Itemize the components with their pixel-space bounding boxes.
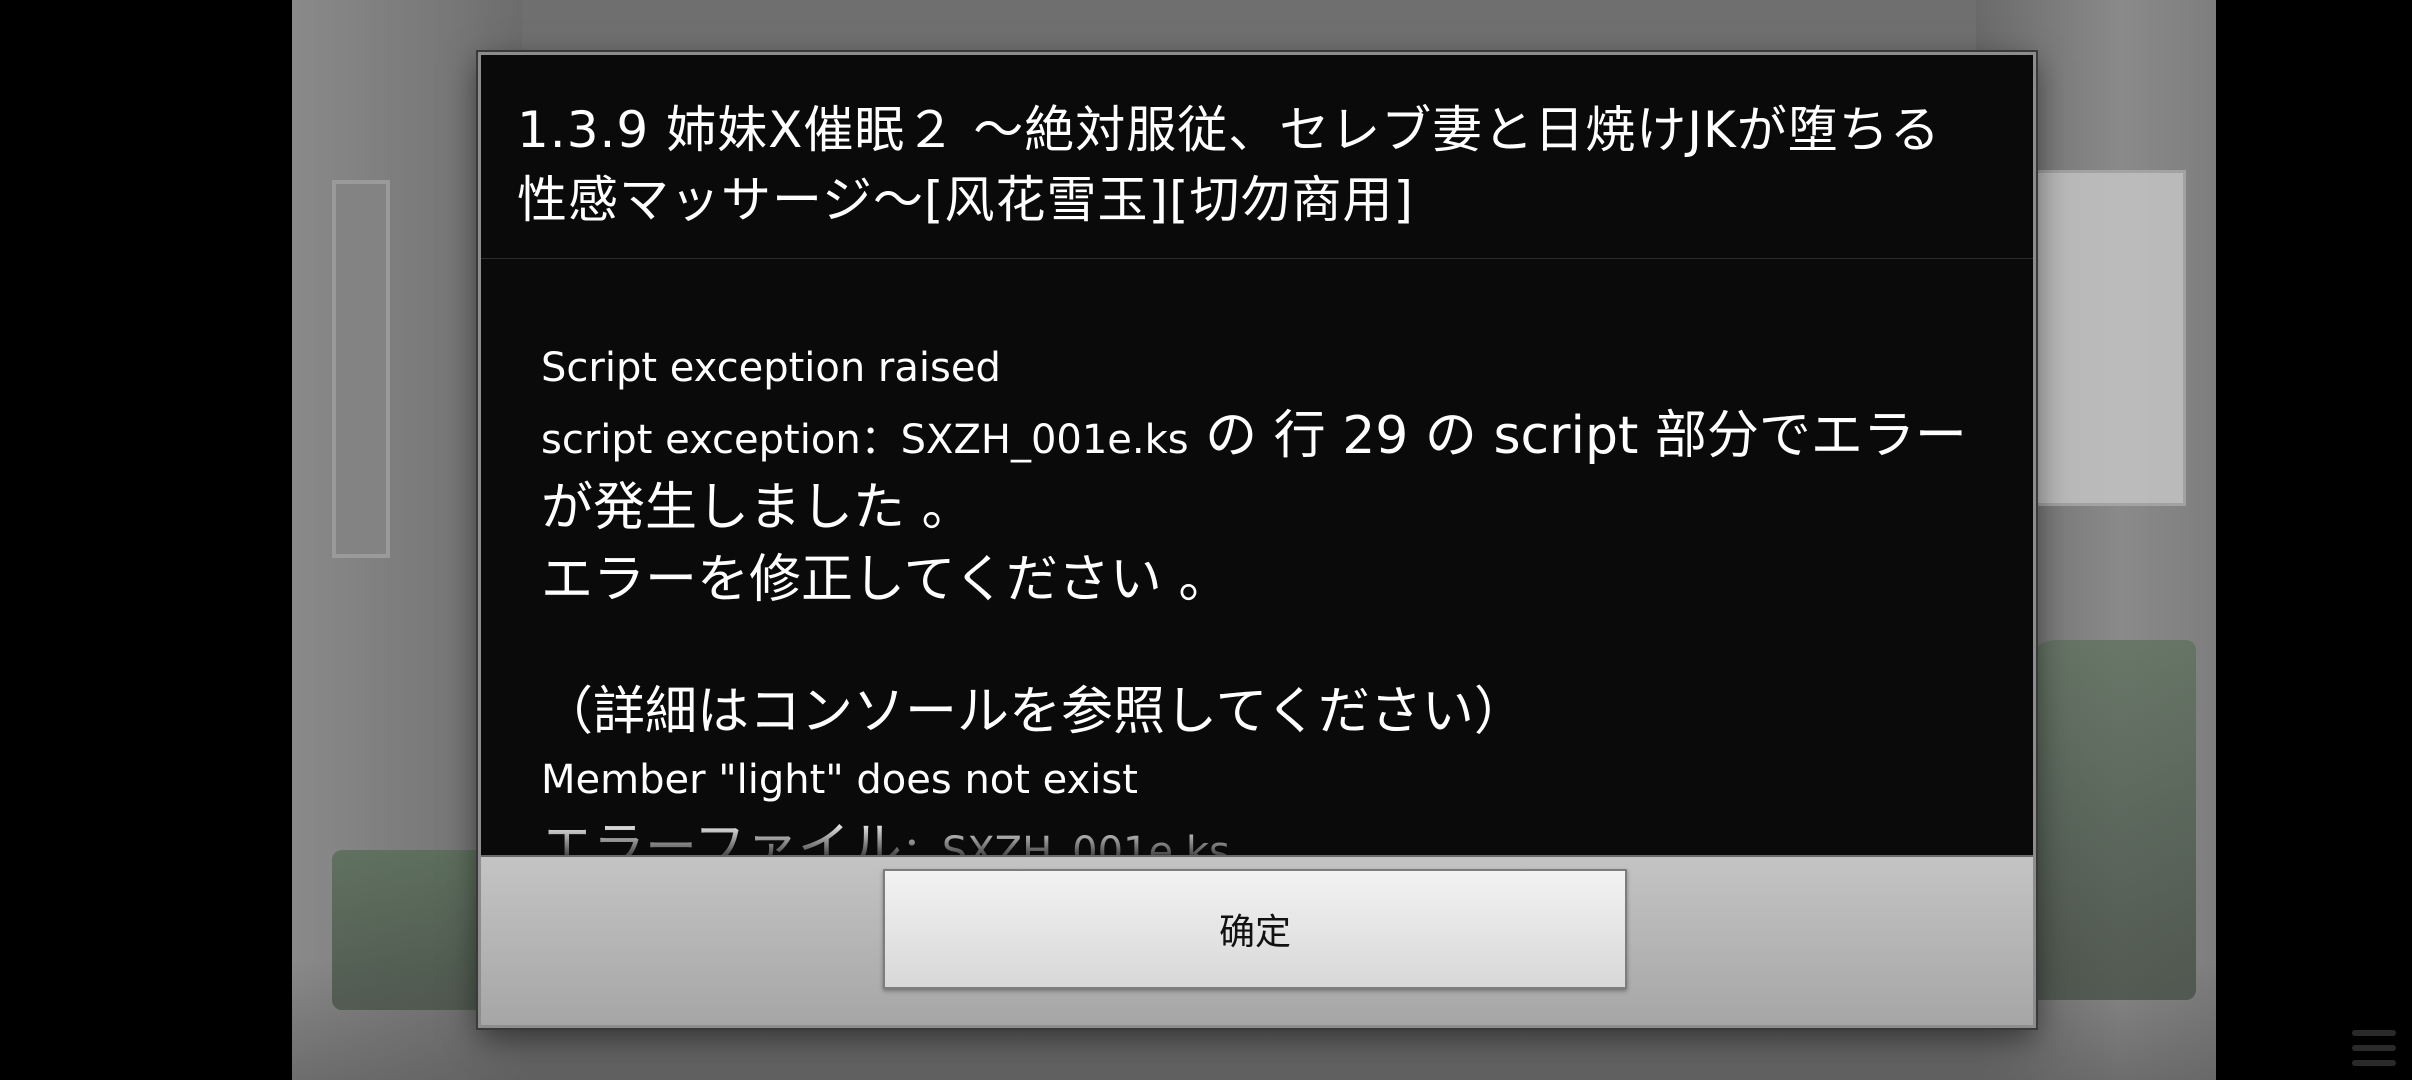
- error-dialog: 1.3.9 姉妹X催眠２ ～絶対服従、セレブ妻と日焼けJKが堕ちる性感マッサージ…: [478, 52, 2036, 1028]
- background-skeleton-poster: [2030, 170, 2186, 506]
- fix-instruction: エラーを修正してください 。: [541, 550, 1231, 610]
- error-detail: Member "light" does not exist: [541, 757, 1138, 803]
- error-file-line: エラーファイル：SXZH_001e.ks: [541, 812, 1973, 860]
- dialog-footer: 确定: [481, 855, 2033, 1025]
- exception-message: script exception：SXZH_001e.ks の 行 29 の s…: [541, 400, 1973, 544]
- exception-source: script exception：SXZH_001e.ks: [541, 417, 1189, 463]
- dialog-title: 1.3.9 姉妹X催眠２ ～絶対服従、セレブ妻と日焼けJKが堕ちる性感マッサージ…: [481, 55, 2033, 259]
- background-chair: [2026, 640, 2196, 1000]
- menu-line: [2352, 1030, 2396, 1036]
- console-note: （詳細はコンソールを参照してください）: [541, 682, 1526, 742]
- menu-line: [2352, 1060, 2396, 1066]
- exception-heading: Script exception raised: [541, 345, 1001, 391]
- background-wall-frame: [332, 180, 390, 558]
- menu-lines-icon[interactable]: [2352, 1026, 2396, 1070]
- error-file-label: エラーファイル: [541, 818, 902, 860]
- screen: 1.3.9 姉妹X催眠２ ～絶対服従、セレブ妻と日焼けJKが堕ちる性感マッサージ…: [0, 0, 2412, 1080]
- dialog-body[interactable]: Script exception raised script exception…: [481, 260, 2033, 860]
- ok-button[interactable]: 确定: [883, 869, 1627, 989]
- menu-line: [2352, 1045, 2396, 1051]
